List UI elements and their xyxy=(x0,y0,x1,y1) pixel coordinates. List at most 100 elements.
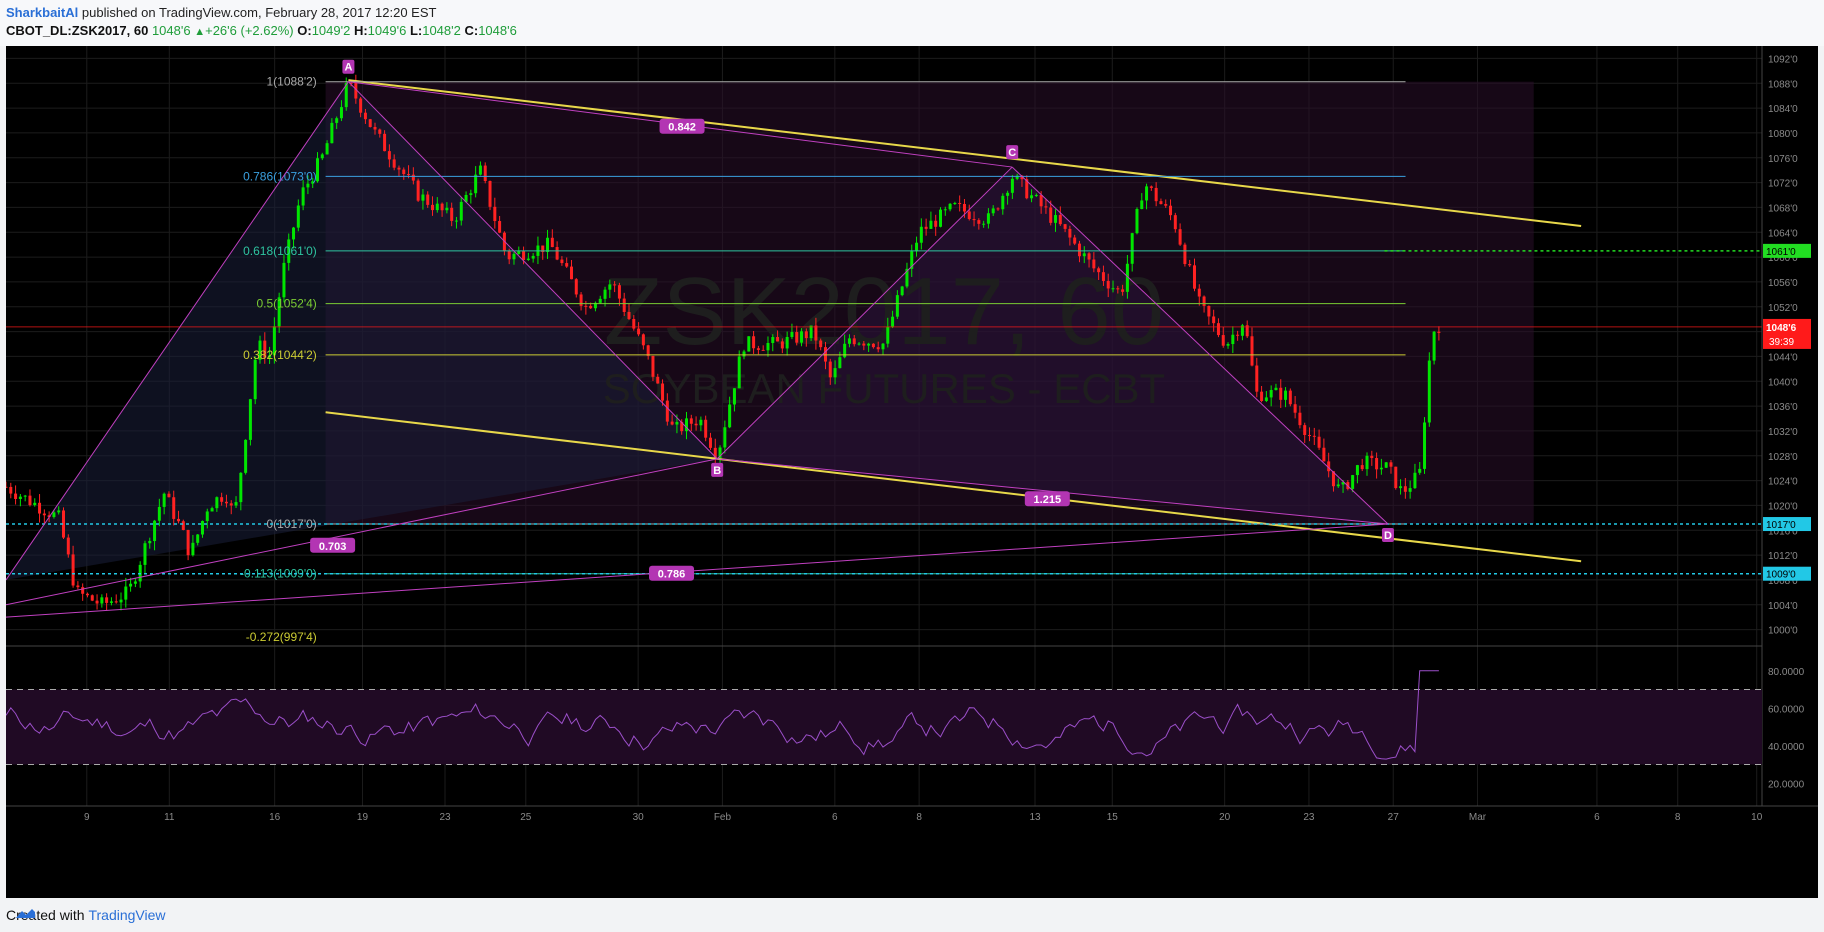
fib-level-label: -0.272(997'4) xyxy=(246,630,317,644)
candle-body xyxy=(200,521,204,535)
pattern-point-label: A xyxy=(344,62,352,74)
candle-body xyxy=(800,331,804,343)
pattern-ratio-label: 0.703 xyxy=(319,541,347,553)
symbol-label[interactable]: CBOT_DL:ZSK2017, 60 xyxy=(6,23,148,38)
candle-body xyxy=(613,284,617,286)
candle-body xyxy=(1231,334,1235,345)
price-chart[interactable]: ZSK2017, 60SOYBEAN FUTURES - ECBT1(1088'… xyxy=(6,46,1818,898)
candle-body xyxy=(440,203,444,211)
candle-body xyxy=(1202,296,1206,306)
candle-body xyxy=(507,250,511,260)
candle-body xyxy=(723,427,727,448)
candle-body xyxy=(493,206,497,222)
candle-body xyxy=(1097,268,1101,273)
x-axis-tick-label: 10 xyxy=(1751,812,1763,823)
candle-body xyxy=(38,502,42,514)
open-label: O: xyxy=(297,23,312,38)
candle-body xyxy=(1149,186,1153,188)
candle-body xyxy=(124,586,128,600)
candle-body xyxy=(661,383,665,401)
close-value: 1048'6 xyxy=(478,23,517,38)
y-axis-tick-label: 1044'0 xyxy=(1768,352,1798,363)
candle-body xyxy=(689,418,693,424)
high-label: H: xyxy=(353,23,368,38)
candle-body xyxy=(431,204,435,211)
x-axis-tick-label: 25 xyxy=(520,812,532,823)
candle-body xyxy=(90,595,94,601)
candle-body xyxy=(665,400,669,422)
y-axis-tick-label: 1084'0 xyxy=(1768,104,1798,115)
candle-body xyxy=(747,336,751,352)
candle-body xyxy=(363,112,367,120)
candle-body xyxy=(1255,365,1259,392)
candle-body xyxy=(1130,233,1134,264)
candle-body xyxy=(105,597,109,603)
candle-body xyxy=(708,437,712,448)
candle-body xyxy=(474,174,478,194)
y-axis-tick-label: 1028'0 xyxy=(1768,452,1798,463)
candle-body xyxy=(756,348,760,350)
publish-line: SharkbaitAl published on TradingView.com… xyxy=(6,5,436,20)
x-axis-tick-label: Mar xyxy=(1469,812,1487,823)
candle-body xyxy=(224,501,228,504)
pattern-point-label: D xyxy=(1384,530,1392,542)
candle-body xyxy=(646,345,650,356)
change-value: +26'6 (+2.62%) xyxy=(205,23,294,38)
candle-body xyxy=(1312,435,1316,437)
candle-body xyxy=(483,165,487,181)
candle-body xyxy=(1197,288,1201,297)
candle-body xyxy=(1106,280,1110,289)
candle-body xyxy=(761,349,765,351)
watermark-name: SOYBEAN FUTURES - ECBT xyxy=(603,365,1165,412)
candle-body xyxy=(1216,323,1220,336)
candle-body xyxy=(1427,360,1431,423)
candle-body xyxy=(1322,447,1326,462)
candle-body xyxy=(823,347,827,362)
author-link[interactable]: SharkbaitAl xyxy=(6,5,78,20)
x-axis-tick-label: 15 xyxy=(1107,812,1119,823)
candle-body xyxy=(1068,228,1072,238)
candle-body xyxy=(6,486,8,488)
candle-body xyxy=(517,251,521,254)
candle-body xyxy=(320,154,324,159)
candle-body xyxy=(785,336,789,349)
candle-body xyxy=(886,326,890,344)
last-price-tag-text: 1048'6 xyxy=(1766,323,1797,334)
x-axis-tick-label: Feb xyxy=(714,812,732,823)
candle-body xyxy=(143,543,147,565)
candle-body xyxy=(608,284,612,290)
candle-body xyxy=(454,220,458,222)
footer: Created with TradingView xyxy=(0,898,1824,932)
candle-body xyxy=(210,508,214,512)
candle-body xyxy=(28,495,32,506)
candle-body xyxy=(1058,215,1062,225)
candle-body xyxy=(1221,335,1225,346)
candle-body xyxy=(57,510,61,513)
candle-body xyxy=(1298,412,1302,426)
candle-body xyxy=(9,486,13,494)
pattern-ratio-label: 1.215 xyxy=(1034,494,1062,506)
close-label: C: xyxy=(464,23,479,38)
chart-area[interactable]: ZSK2017, 60 SOYBEAN FUTURES - ECBT 1(1088'… xyxy=(6,46,1818,898)
candle-body xyxy=(641,334,645,346)
candle-body xyxy=(1293,404,1297,413)
candle-body xyxy=(392,159,396,168)
candle-body xyxy=(330,122,334,144)
candle-body xyxy=(651,355,655,377)
candle-body xyxy=(339,107,343,119)
candle-body xyxy=(71,554,75,586)
candle-body xyxy=(1006,192,1010,196)
candle-body xyxy=(771,337,775,344)
candle-body xyxy=(306,183,310,188)
candle-body xyxy=(18,496,22,499)
candle-body xyxy=(565,263,569,267)
y-axis-tick-label: 1064'0 xyxy=(1768,228,1798,239)
chart-header: SharkbaitAl published on TradingView.com… xyxy=(0,0,1824,46)
candle-body xyxy=(986,213,990,224)
tradingview-link[interactable]: TradingView xyxy=(88,907,165,923)
candle-body xyxy=(33,502,37,506)
candle-body xyxy=(100,597,104,604)
candle-body xyxy=(915,242,919,252)
candle-body xyxy=(574,279,578,295)
candle-body xyxy=(1082,253,1086,257)
